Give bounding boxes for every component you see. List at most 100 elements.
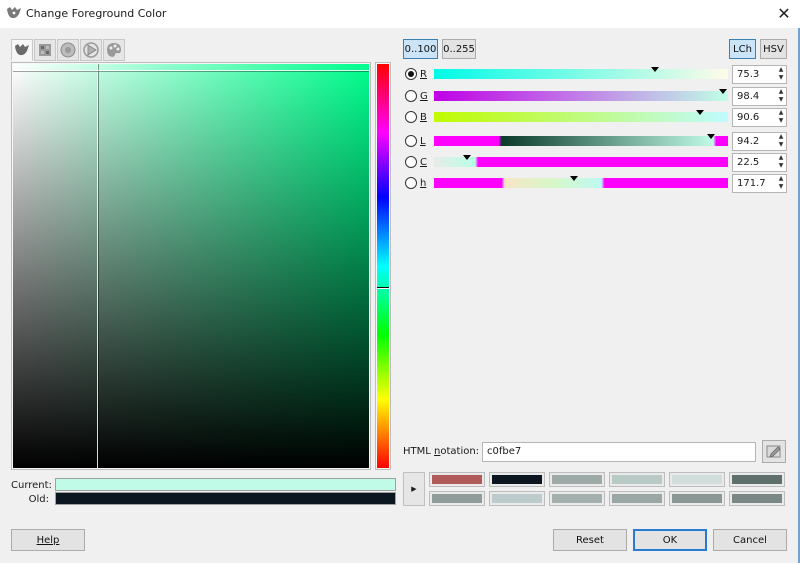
history-color-swatch[interactable]: [669, 472, 725, 487]
channel-l-marker[interactable]: [706, 134, 715, 139]
spin-arrows-icon[interactable]: ▲ ▼: [776, 133, 786, 150]
history-color-fill: [492, 475, 542, 484]
history-color-fill: [732, 475, 782, 484]
hsv-model-button[interactable]: HSV: [760, 39, 787, 59]
history-color-fill: [432, 475, 482, 484]
history-color-swatch[interactable]: [669, 491, 725, 506]
spin-arrows-icon[interactable]: ▲ ▼: [776, 66, 786, 83]
history-color-swatch[interactable]: [489, 491, 545, 506]
gimp-app-icon: [7, 7, 21, 19]
tab-watercolor-selector[interactable]: [103, 39, 125, 61]
channel-r-marker[interactable]: [651, 67, 660, 72]
reset-button[interactable]: Reset: [553, 529, 627, 551]
html-notation-label: HTML notation:: [403, 446, 479, 457]
history-color-swatch[interactable]: [549, 472, 605, 487]
history-color-swatch[interactable]: [729, 491, 785, 506]
spin-arrows-icon[interactable]: ▲ ▼: [776, 154, 786, 171]
tab-wheel-selector[interactable]: [80, 39, 102, 61]
channel-h-label: h: [420, 178, 427, 189]
channel-g-label: G: [420, 91, 428, 102]
channel-h-spinbox[interactable]: 171.7 ▲ ▼: [732, 174, 787, 193]
crosshair-horizontal-shadow: [13, 71, 369, 72]
channel-l-radio[interactable]: [405, 135, 417, 147]
history-color-fill: [552, 494, 602, 503]
channel-c-marker[interactable]: [463, 155, 472, 160]
channel-b-spinbox[interactable]: 90.6 ▲ ▼: [732, 108, 787, 127]
channel-h-radio[interactable]: [405, 177, 417, 189]
channel-r-label: R: [420, 69, 427, 80]
history-color-fill: [732, 494, 782, 503]
watercolor-palette-icon: [107, 43, 121, 57]
triangle-right-icon: ▶: [411, 485, 417, 493]
channel-g-spinbox[interactable]: 98.4 ▲ ▼: [732, 87, 787, 106]
hue-strip[interactable]: [377, 64, 389, 468]
current-label: Current:: [11, 480, 52, 491]
eyedropper-icon: [766, 445, 781, 458]
history-color-swatch[interactable]: [609, 491, 665, 506]
current-color-swatch: [55, 478, 396, 491]
lch-model-button[interactable]: LCh: [729, 39, 756, 59]
history-color-fill: [672, 475, 722, 484]
color-circle-icon: [60, 42, 76, 58]
history-color-fill: [612, 475, 662, 484]
range-0-255-button[interactable]: 0..255: [442, 39, 476, 59]
channel-g-slider[interactable]: [434, 91, 728, 101]
channel-c-radio[interactable]: [405, 156, 417, 168]
channel-c-slider[interactable]: [434, 157, 728, 167]
channel-b-value: 90.6: [737, 112, 760, 123]
channel-r-spinbox[interactable]: 75.3 ▲ ▼: [732, 65, 787, 84]
history-color-fill: [432, 494, 482, 503]
channel-h-slider[interactable]: [434, 178, 728, 188]
channel-r-slider[interactable]: [434, 69, 728, 79]
channel-l-label: L: [420, 136, 426, 147]
tab-gimp-selector[interactable]: [11, 39, 33, 61]
history-color-swatch[interactable]: [429, 491, 485, 506]
cancel-button[interactable]: Cancel: [713, 529, 787, 551]
channel-g-marker[interactable]: [719, 89, 728, 94]
channel-c-value: 22.5: [737, 157, 760, 168]
tab-cmyk-selector[interactable]: [34, 39, 56, 61]
channel-b-slider[interactable]: [434, 112, 728, 122]
spin-arrows-icon[interactable]: ▲ ▼: [776, 88, 786, 105]
gimp-wilber-icon: [15, 44, 29, 56]
triangle-wheel-icon: [83, 42, 99, 58]
history-color-swatch[interactable]: [549, 491, 605, 506]
history-color-swatch[interactable]: [729, 472, 785, 487]
hue-marker[interactable]: [377, 287, 389, 289]
history-color-swatch[interactable]: [489, 472, 545, 487]
html-notation-label-post: otation:: [440, 446, 480, 457]
saturation-value-area[interactable]: [13, 64, 369, 468]
color-picker-button[interactable]: [762, 440, 786, 463]
channel-c-spinbox[interactable]: 22.5 ▲ ▼: [732, 153, 787, 172]
spin-arrows-icon[interactable]: ▲ ▼: [776, 109, 786, 126]
spin-arrows-icon[interactable]: ▲ ▼: [776, 175, 786, 192]
channel-r-value: 75.3: [737, 69, 760, 80]
channel-g-radio[interactable]: [405, 90, 417, 102]
ok-button[interactable]: OK: [633, 529, 707, 551]
channel-b-label: B: [420, 112, 427, 123]
channel-l-value: 94.2: [737, 136, 760, 147]
old-color-swatch[interactable]: [55, 492, 396, 505]
help-button[interactable]: Help: [11, 529, 85, 551]
old-label: Old:: [28, 494, 49, 505]
history-expand-button[interactable]: ▶: [403, 472, 425, 506]
channel-r-radio[interactable]: [405, 68, 417, 80]
close-button[interactable]: ✕: [772, 2, 796, 26]
range-0-100-button[interactable]: 0..100: [403, 39, 438, 59]
channel-l-slider[interactable]: [434, 136, 728, 146]
reset-button-label: Reset: [576, 534, 604, 546]
channel-g-value: 98.4: [737, 91, 760, 102]
html-notation-input[interactable]: c0fbe7: [482, 442, 756, 462]
channel-l-spinbox[interactable]: 94.2 ▲ ▼: [732, 132, 787, 151]
html-notation-label-pre: HTML: [403, 446, 435, 457]
crosshair-vertical-shadow: [98, 64, 99, 468]
channel-c-label: C: [420, 157, 427, 168]
history-color-fill: [492, 494, 542, 503]
channel-b-radio[interactable]: [405, 111, 417, 123]
history-color-swatch[interactable]: [429, 472, 485, 487]
history-color-swatch[interactable]: [609, 472, 665, 487]
channel-b-marker[interactable]: [696, 110, 705, 115]
history-color-fill: [612, 494, 662, 503]
channel-h-marker[interactable]: [570, 176, 579, 181]
tab-circle-selector[interactable]: [57, 39, 79, 61]
